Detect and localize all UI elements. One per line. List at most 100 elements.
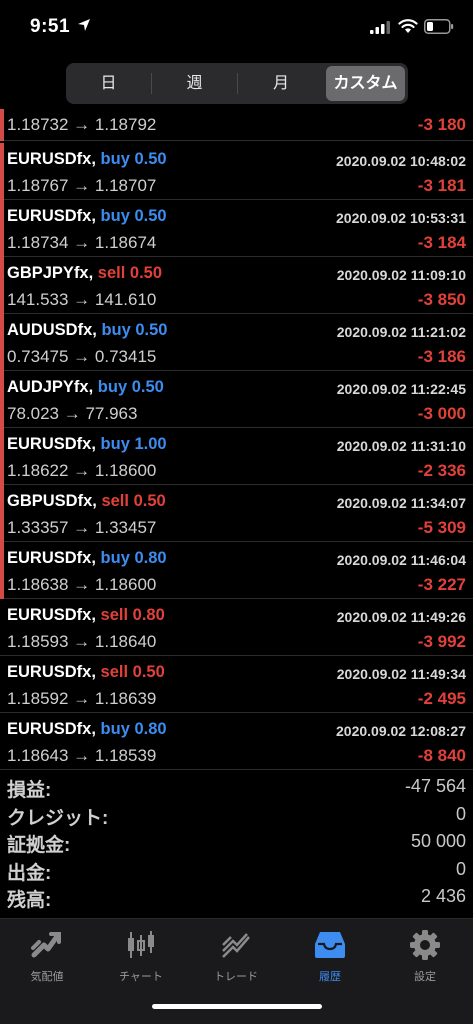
summary-value: 0 [455, 858, 466, 879]
close-price: 1.18640 [94, 632, 157, 651]
summary-row: クレジット: 0 [0, 803, 473, 831]
tab-settings[interactable]: 設定 [378, 929, 472, 989]
trade-side: sell [97, 264, 126, 282]
summary-row: 残高: 2 436 [0, 885, 473, 913]
chart-candles-icon [128, 931, 154, 958]
arrow-right-icon: → [68, 746, 95, 765]
arrow-right-icon: → [68, 115, 95, 134]
trade-profit: -3 000 [417, 404, 466, 423]
summary-label: 出金: [7, 862, 52, 884]
arrow-right-icon: → [59, 404, 86, 423]
trade-profit: -5 309 [417, 518, 466, 537]
trade-profit: -3 227 [417, 575, 466, 594]
trade-symbol: EURUSDfx, [7, 150, 96, 168]
arrow-right-icon: → [68, 347, 95, 366]
trade-side: buy [100, 150, 130, 168]
open-price: 1.18732 [7, 115, 69, 134]
trade-volume: 0.50 [131, 378, 164, 396]
trade-symbol: EURUSDfx, [7, 549, 96, 567]
trade-volume: 0.50 [133, 492, 166, 510]
trade-row[interactable]: GBPUSDfx, sell 0.50 2020.09.02 11:34:07 1.… [0, 485, 473, 542]
trade-row[interactable]: GBPJPYfx, sell 0.50 2020.09.02 11:09:10 14… [0, 257, 473, 314]
trade-date: 2020.09.02 11:31:10 [336, 438, 466, 454]
trade-side: sell [101, 492, 129, 510]
trade-side: buy [100, 720, 130, 738]
segment-month[interactable]: 月 [238, 63, 324, 104]
trade-icon [222, 933, 250, 958]
trade-row[interactable]: 1.18732 → 1.18792 -3 180 [0, 109, 473, 141]
trade-symbol: GBPUSDfx, [7, 492, 97, 510]
summary-label: 損益: [7, 780, 52, 801]
trade-volume: 0.50 [135, 321, 168, 339]
trade-prices: 1.18592 → 1.18639 [7, 689, 156, 709]
arrow-right-icon: → [68, 461, 95, 480]
trade-prices: 1.18732 → 1.18792 [7, 115, 156, 135]
trade-title: EURUSDfx, buy 0.50 [7, 150, 167, 169]
trade-row[interactable]: EURUSDfx, sell 0.80 2020.09.02 11:49:26 1.… [0, 599, 473, 656]
tab-label: トレード [214, 971, 258, 983]
trade-row[interactable]: AUDJPYfx, buy 0.50 2020.09.02 11:22:45 78.… [0, 371, 473, 428]
open-price: 0.73475 [7, 347, 69, 366]
tab-label: チャート [119, 971, 163, 983]
trade-row[interactable]: EURUSDfx, buy 0.50 2020.09.02 10:53:31 1.1… [0, 200, 473, 257]
trade-symbol: EURUSDfx, [7, 606, 96, 624]
tab-trade[interactable]: トレード [189, 929, 283, 989]
summary-value: -47 564 [404, 776, 466, 796]
close-price: 0.73415 [94, 347, 157, 366]
trade-date: 2020.09.02 10:48:02 [336, 153, 466, 169]
trade-volume: 0.80 [134, 720, 167, 738]
trade-prices: 141.533 → 141.610 [7, 290, 156, 310]
open-price: 1.18767 [7, 176, 69, 195]
summary-value: 50 000 [410, 831, 466, 851]
period-segmented-control: 日 週 月 カスタム [66, 63, 408, 104]
loss-marker [0, 200, 4, 257]
trade-row[interactable]: EURUSDfx, buy 1.00 2020.09.02 11:31:10 1.1… [0, 428, 473, 485]
arrow-right-icon: → [68, 518, 95, 537]
open-price: 1.18638 [7, 575, 69, 594]
trade-volume: 0.80 [134, 549, 167, 567]
trade-prices: 1.18767 → 1.18707 [7, 176, 156, 196]
trade-date: 2020.09.02 10:53:31 [336, 210, 466, 226]
trade-symbol: GBPJPYfx, [7, 264, 94, 282]
loss-marker [0, 143, 4, 200]
trade-profit: -3 186 [417, 347, 466, 366]
segment-custom[interactable]: カスタム [326, 66, 405, 101]
loss-marker [0, 428, 4, 485]
tab-label: 気配値 [30, 971, 64, 983]
segment-week[interactable]: 週 [152, 63, 237, 104]
trade-side: buy [101, 321, 131, 339]
open-price: 78.023 [7, 404, 59, 423]
summary-row: 損益: -47 564 [0, 775, 473, 803]
trade-row[interactable]: EURUSDfx, buy 0.80 2020.09.02 11:46:04 1.1… [0, 542, 473, 599]
tab-label: 履歴 [319, 971, 341, 983]
segment-day[interactable]: 日 [66, 63, 151, 104]
trade-title: EURUSDfx, buy 0.80 [7, 549, 167, 568]
close-price: 1.18792 [94, 115, 157, 134]
open-price: 1.18622 [7, 461, 69, 480]
trade-date: 2020.09.02 11:46:04 [336, 552, 466, 568]
summary-label: 残高: [7, 890, 52, 911]
close-price: 1.18674 [94, 233, 157, 252]
tab-chart[interactable]: チャート [94, 929, 188, 989]
cellular-signal-icon [370, 21, 390, 34]
trade-row[interactable]: EURUSDfx, buy 0.80 2020.09.02 12:08:27 1.1… [0, 713, 473, 770]
trade-volume: 0.50 [132, 663, 165, 681]
tab-history[interactable]: 履歴 [283, 929, 377, 989]
trade-prices: 0.73475 → 0.73415 [7, 347, 156, 367]
trade-row[interactable]: AUDUSDfx, buy 0.50 2020.09.02 11:21:02 0.7… [0, 314, 473, 371]
trade-prices: 1.18643 → 1.18539 [7, 746, 156, 766]
open-price: 1.33357 [7, 518, 69, 537]
wifi-icon [398, 19, 418, 33]
trade-title: AUDJPYfx, buy 0.50 [7, 378, 164, 397]
loss-marker [0, 314, 4, 371]
home-indicator[interactable] [152, 1004, 322, 1009]
trade-side: buy [100, 549, 130, 567]
status-bar: 9:51 [0, 0, 473, 56]
arrow-right-icon: → [68, 176, 95, 195]
open-price: 1.18643 [7, 746, 69, 765]
trade-symbol: AUDJPYfx, [7, 378, 94, 396]
trade-row[interactable]: EURUSDfx, buy 0.50 2020.09.02 10:48:02 1.1… [0, 143, 473, 200]
trade-volume: 0.50 [129, 264, 163, 282]
trade-row[interactable]: EURUSDfx, sell 0.50 2020.09.02 11:49:34 1.… [0, 656, 473, 713]
tab-quotes[interactable]: 気配値 [0, 929, 94, 989]
